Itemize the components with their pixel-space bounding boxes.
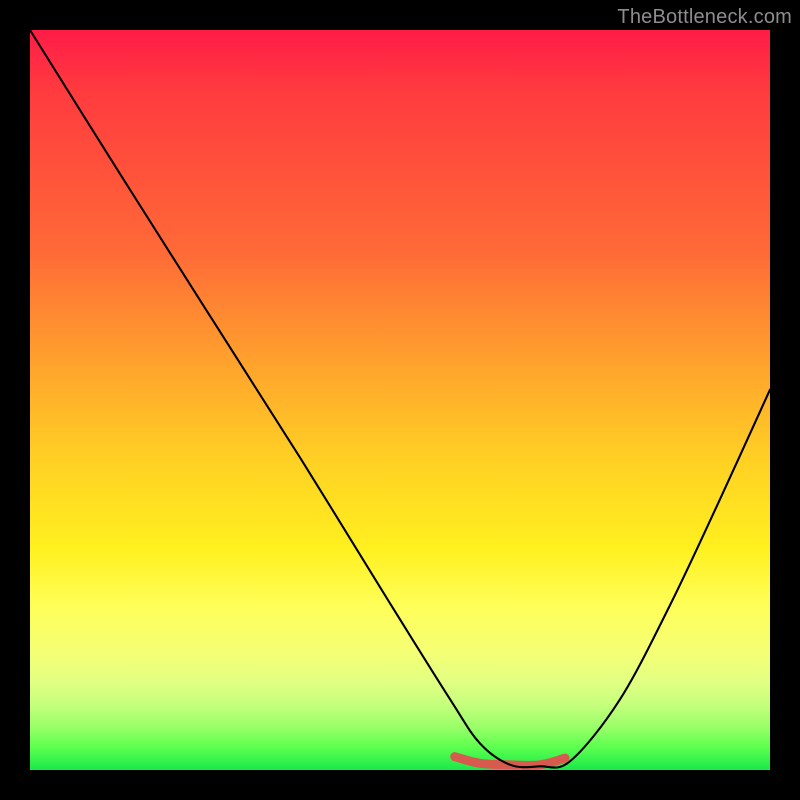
plot-area — [30, 30, 770, 770]
watermark-text: TheBottleneck.com — [617, 6, 792, 29]
chart-svg — [30, 30, 770, 770]
chart-frame: TheBottleneck.com — [0, 0, 800, 800]
bottleneck-curve — [30, 30, 770, 768]
